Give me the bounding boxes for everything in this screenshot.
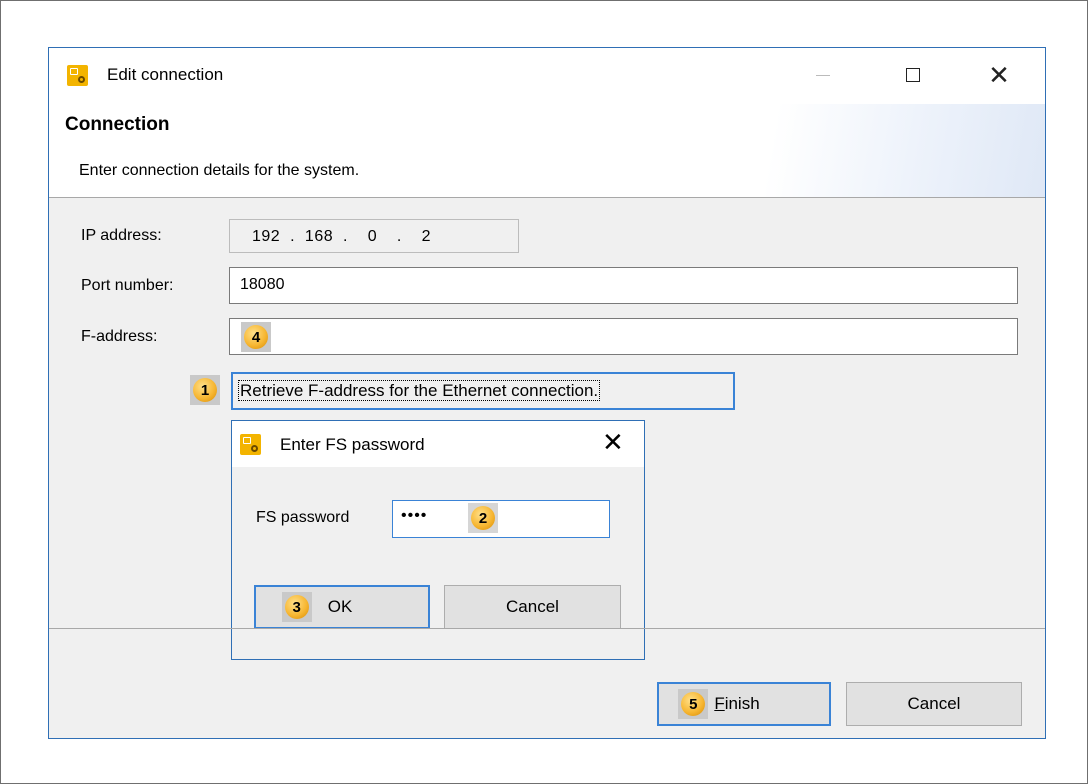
window-title: Edit connection <box>107 65 224 84</box>
port-number-value: 18080 <box>240 276 285 293</box>
f-address-label: F-address: <box>81 328 158 345</box>
title-bar: Edit connection ✕ <box>49 48 1045 104</box>
finish-button[interactable]: 5 Finish <box>657 682 831 726</box>
minimize-button[interactable] <box>801 56 845 94</box>
step-badge-3: 3 <box>281 592 312 622</box>
port-number-label: Port number: <box>81 277 174 294</box>
fs-password-value: •••• <box>401 507 428 524</box>
fs-password-title: Enter FS password <box>280 435 425 454</box>
cancel-button[interactable]: Cancel <box>846 682 1022 726</box>
edit-connection-dialog: Edit connection ✕ Connection Enter conne… <box>48 47 1046 739</box>
ok-button[interactable]: 3 OK <box>254 585 430 629</box>
step-badge-4: 4 <box>241 322 271 352</box>
ip-address-value: 192 . 168 . 0 . 2 <box>252 228 432 245</box>
fs-cancel-button[interactable]: Cancel <box>444 585 621 629</box>
maximize-button[interactable] <box>891 56 935 94</box>
finish-button-label: Finish <box>714 694 760 713</box>
app-icon <box>67 65 88 86</box>
close-icon: ✕ <box>988 60 1010 90</box>
close-icon: ✕ <box>602 427 624 457</box>
port-number-field[interactable]: 18080 <box>229 267 1018 304</box>
ok-button-label: OK <box>327 597 353 616</box>
page-description: Enter connection details for the system. <box>79 162 360 179</box>
step-badge-2: 2 <box>468 503 498 533</box>
maximize-icon <box>906 68 920 82</box>
header-banner: Connection Enter connection details for … <box>49 104 1045 198</box>
f-address-field[interactable] <box>229 318 1018 355</box>
fs-password-title-bar: Enter FS password ✕ <box>232 421 644 467</box>
app-icon <box>240 434 261 455</box>
retrieve-f-address-link[interactable]: Retrieve F-address for the Ethernet conn… <box>231 372 735 410</box>
fs-password-field[interactable]: •••• <box>392 500 610 538</box>
fs-password-dialog: Enter FS password ✕ FS password •••• 2 3… <box>231 420 645 660</box>
ip-address-label: IP address: <box>81 227 162 244</box>
fs-password-close-button[interactable]: ✕ <box>602 429 624 455</box>
step-badge-1: 1 <box>190 375 220 405</box>
retrieve-f-address-label: Retrieve F-address for the Ethernet conn… <box>238 380 601 401</box>
close-button[interactable]: ✕ <box>977 56 1021 94</box>
ip-address-field[interactable]: 192 . 168 . 0 . 2 <box>229 219 519 253</box>
fs-password-label: FS password <box>256 509 350 526</box>
step-badge-5: 5 <box>678 689 709 719</box>
footer-divider <box>49 628 1045 629</box>
page-title: Connection <box>65 114 170 135</box>
fs-cancel-button-label: Cancel <box>506 597 559 616</box>
cancel-button-label: Cancel <box>907 694 961 713</box>
minimize-icon <box>816 74 830 76</box>
